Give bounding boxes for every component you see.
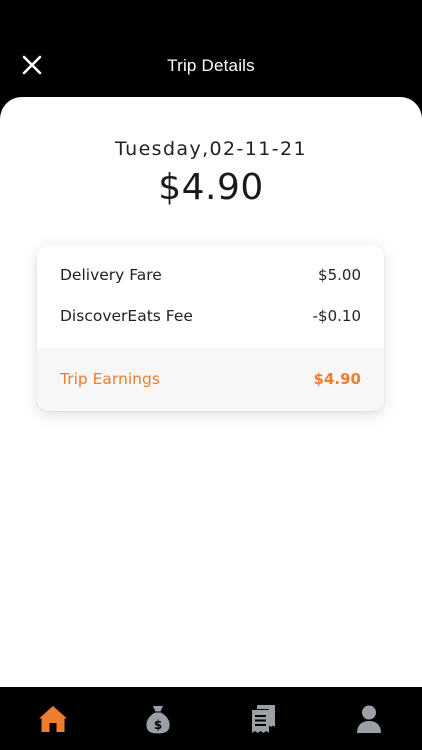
- service-fee-value: -$0.10: [312, 307, 361, 325]
- tab-documents[interactable]: [248, 703, 280, 735]
- trip-earnings-label: Trip Earnings: [60, 370, 160, 388]
- svg-text:$: $: [154, 718, 162, 732]
- fare-breakdown-card: Delivery Fare $5.00 DiscoverEats Fee -$0…: [37, 245, 384, 411]
- tab-earnings[interactable]: $: [142, 703, 174, 735]
- bottom-tab-bar: $: [0, 687, 422, 750]
- trip-date: Tuesday,02-11-21: [115, 138, 307, 160]
- service-fee-label: DiscoverEats Fee: [60, 307, 193, 325]
- money-bag-icon: $: [146, 706, 170, 734]
- page-title: Trip Details: [167, 56, 255, 75]
- service-fee-row: DiscoverEats Fee -$0.10: [60, 305, 361, 327]
- trip-earnings-value: $4.90: [313, 370, 361, 388]
- tab-home[interactable]: [37, 703, 69, 735]
- delivery-fare-row: Delivery Fare $5.00: [60, 264, 361, 286]
- top-bar: Trip Details: [0, 0, 422, 97]
- delivery-fare-label: Delivery Fare: [60, 266, 162, 284]
- tab-account[interactable]: [353, 703, 385, 735]
- receipt-icon: [252, 705, 275, 733]
- trip-total: $4.90: [158, 167, 264, 208]
- delivery-fare-value: $5.00: [318, 266, 361, 284]
- trip-earnings-row: Trip Earnings $4.90: [60, 368, 361, 390]
- home-icon: [39, 706, 67, 732]
- user-icon: [357, 705, 381, 733]
